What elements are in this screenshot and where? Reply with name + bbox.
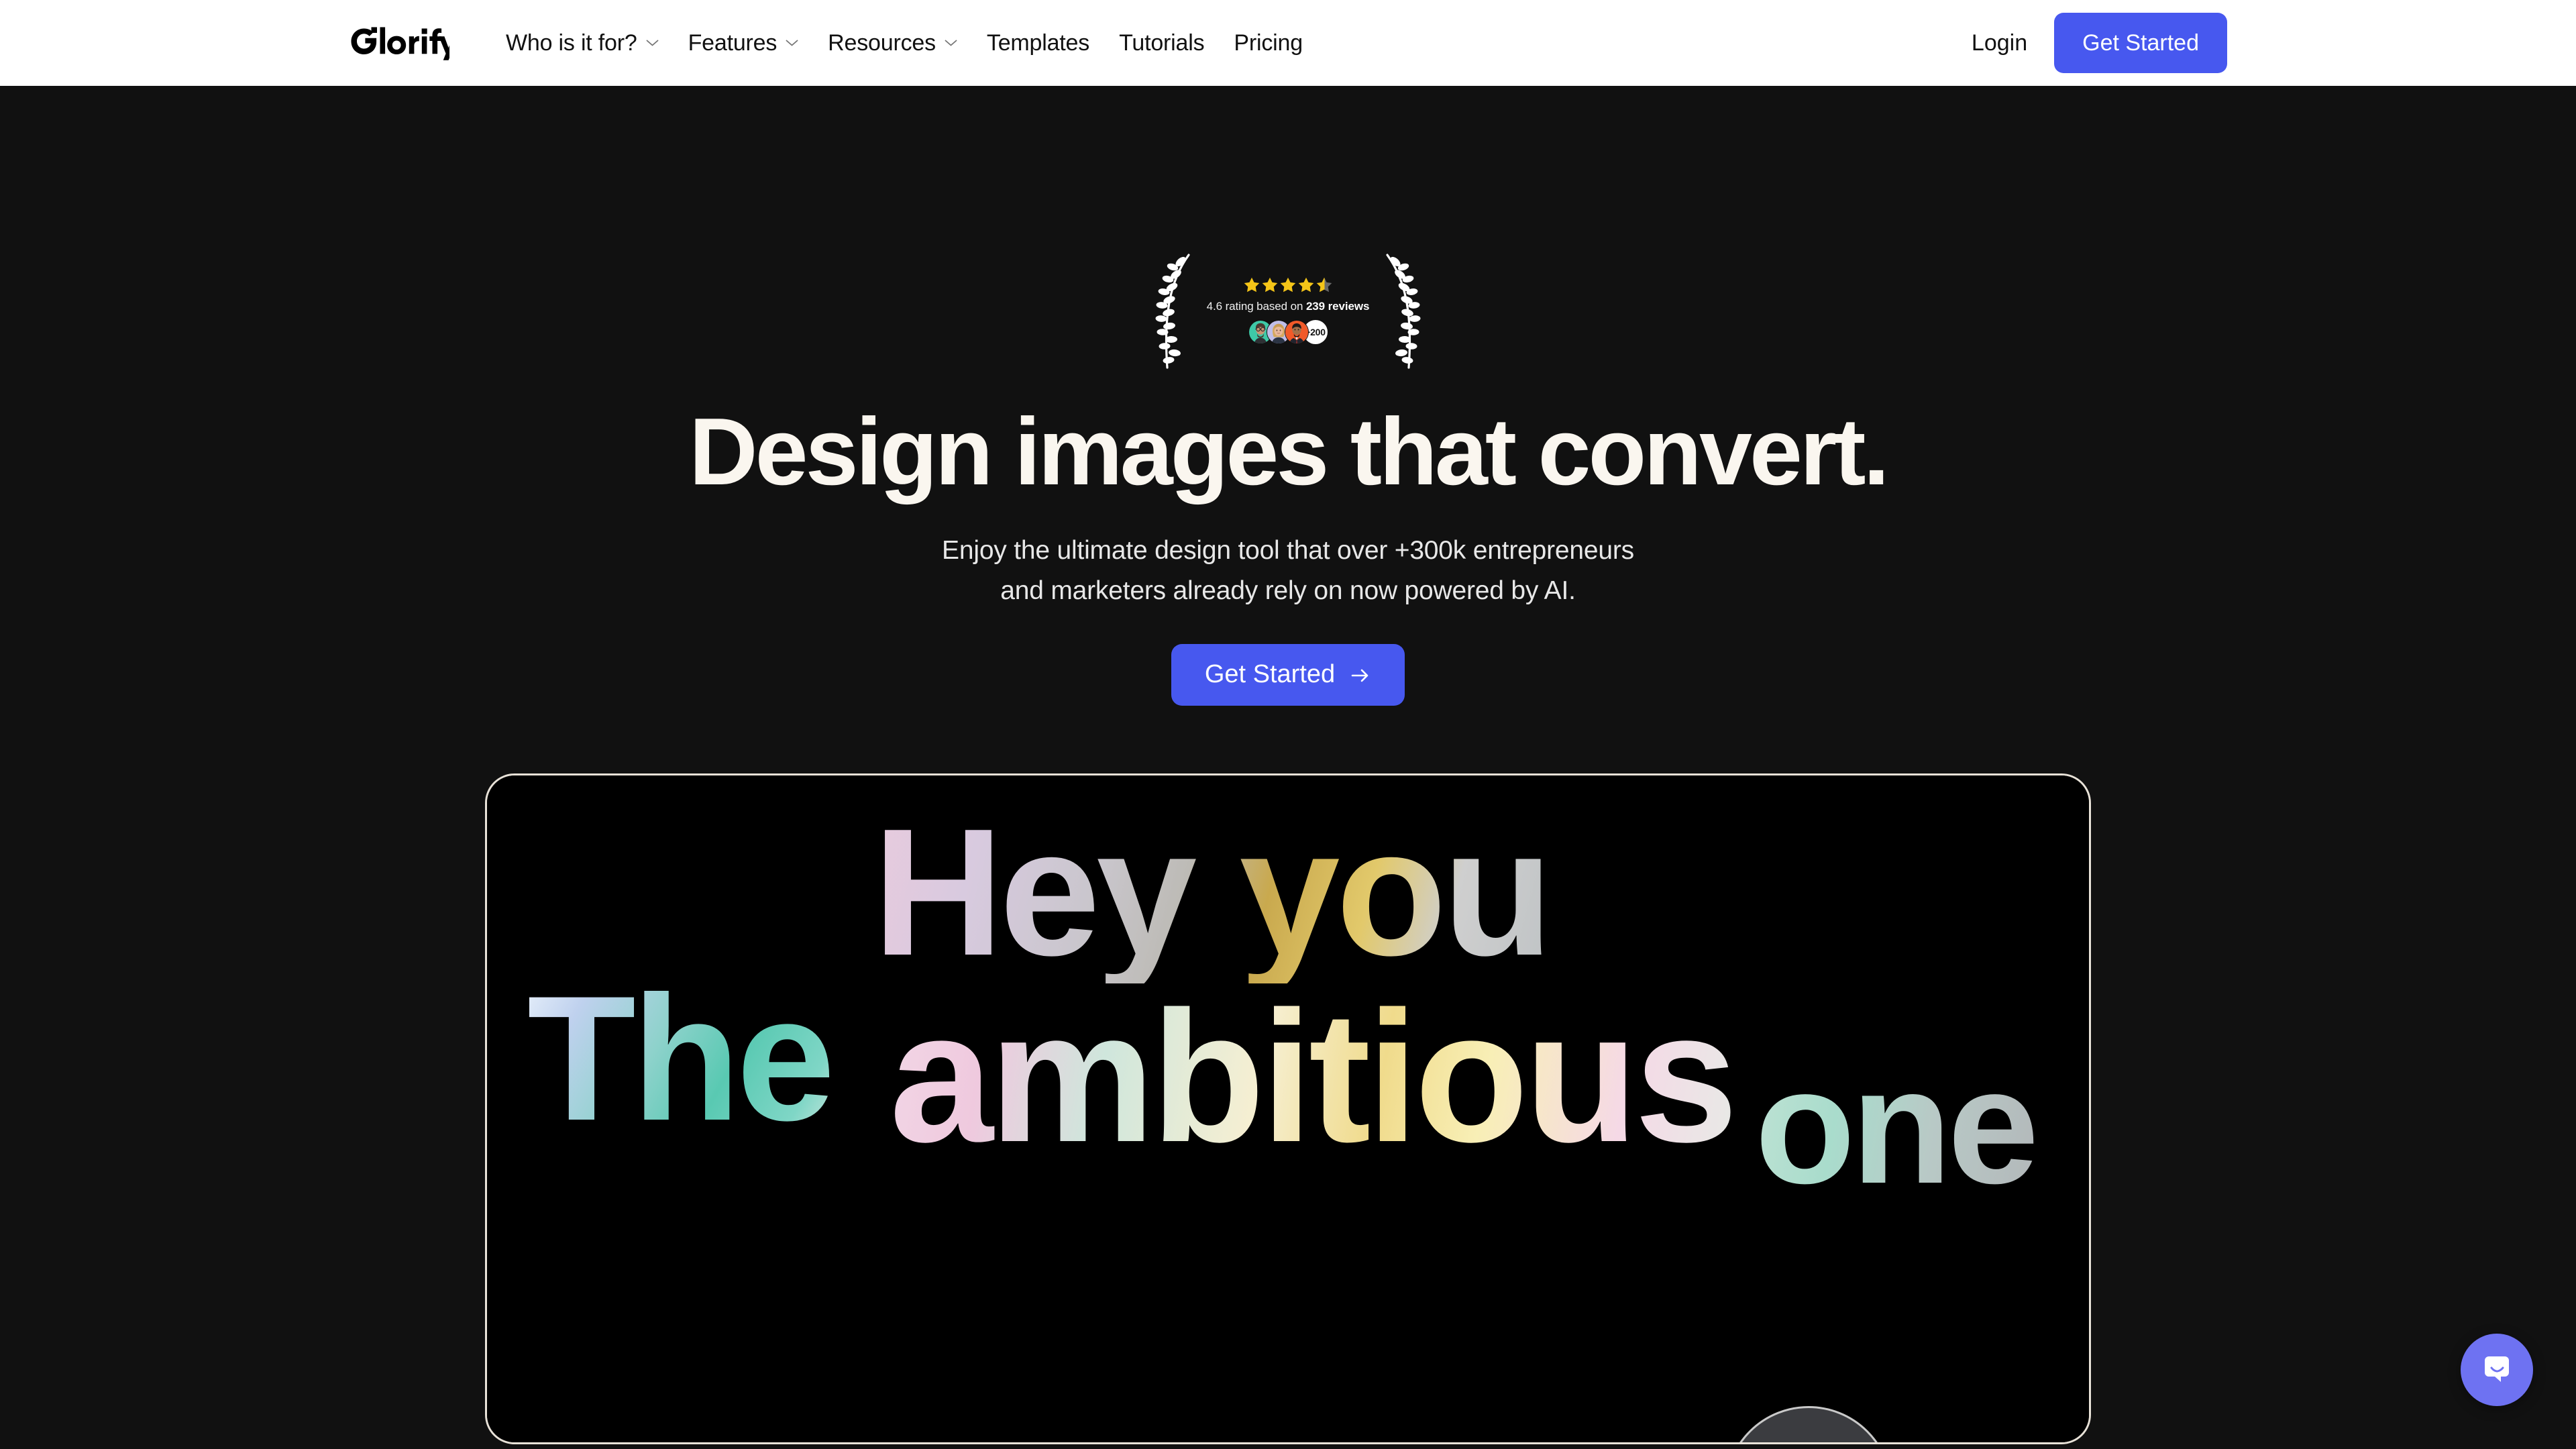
star-icon-half (1316, 277, 1332, 292)
rating-review-count: 239 reviews (1305, 299, 1370, 313)
rating-mid-text: rating based on (1222, 299, 1306, 313)
demo-canvas: Hey you The ambitious one (487, 775, 2089, 1442)
login-link[interactable]: Login (1945, 30, 2054, 56)
rating-badge: 4.6 rating based on 239 reviews +200 (1154, 247, 1422, 374)
reviewer-avatar-3 (1284, 319, 1309, 344)
nav-item-resources[interactable]: Resources (813, 0, 972, 86)
laurel-wreath-icon (1382, 251, 1422, 372)
star-icon-full (1262, 277, 1278, 292)
header-get-started-button[interactable]: Get Started (2054, 13, 2227, 73)
nav-label-resources: Resources (828, 30, 936, 56)
glorify-logo[interactable] (349, 0, 449, 86)
demo-word-the: The (527, 959, 835, 1158)
nav-item-templates[interactable]: Templates (972, 0, 1104, 86)
header-inner: Who is it for? Features Resources Templa… (0, 0, 2576, 86)
chevron-down-icon (786, 39, 798, 47)
nav-label-templates: Templates (986, 30, 1090, 56)
reviewer-avatar-group: +200 (1248, 319, 1328, 345)
nav-item-features[interactable]: Features (674, 0, 814, 86)
nav-label-pricing: Pricing (1234, 30, 1303, 56)
star-rating (1244, 277, 1332, 292)
chevron-down-icon (945, 39, 957, 47)
star-icon-full (1244, 277, 1260, 292)
chat-bubble-smile-icon (2478, 1351, 2516, 1389)
primary-nav: Who is it for? Features Resources Templa… (491, 0, 1318, 86)
demo-word-one: one (1755, 1033, 2039, 1218)
intercom-messenger-launcher[interactable] (2461, 1334, 2533, 1406)
hero-subheading-line-1: Enjoy the ultimate design tool that over… (942, 536, 1634, 566)
hero-get-started-label: Get Started (1204, 660, 1336, 689)
nav-label-features: Features (688, 30, 777, 56)
demo-word-ambitious: ambitious (890, 971, 1738, 1181)
nav-label-who-is-it-for: Who is it for? (506, 30, 637, 56)
arrow-right-icon (1350, 664, 1371, 686)
header-actions: Login Get Started (1945, 13, 2227, 73)
nav-item-tutorials[interactable]: Tutorials (1104, 0, 1219, 86)
hero-section: 4.6 rating based on 239 reviews +200 Des… (0, 86, 2576, 1449)
demo-word-hey-you: Hey you (873, 791, 1553, 994)
site-header: Who is it for? Features Resources Templa… (0, 0, 2576, 86)
nav-label-tutorials: Tutorials (1119, 30, 1205, 56)
demo-decorative-circle (1725, 1405, 1892, 1442)
hero-subheading-line-2: and marketers already rely on now powere… (1000, 576, 1576, 605)
star-icon-full (1298, 277, 1314, 292)
rating-text: 4.6 rating based on 239 reviews (1207, 300, 1370, 313)
product-demo-frame[interactable]: Hey you The ambitious one (485, 773, 2091, 1444)
nav-item-who-is-it-for[interactable]: Who is it for? (491, 0, 674, 86)
page-title: Design images that convert. (689, 398, 1890, 505)
nav-item-pricing[interactable]: Pricing (1219, 0, 1318, 86)
rating-core: 4.6 rating based on 239 reviews +200 (1197, 277, 1379, 345)
glorify-logo-icon (349, 25, 449, 60)
hero-subheading: Enjoy the ultimate design tool that over… (942, 531, 1634, 610)
star-icon-full (1280, 277, 1296, 292)
rating-value: 4.6 (1206, 299, 1222, 313)
hero-get-started-button[interactable]: Get Started (1171, 643, 1405, 706)
laurel-wreath-icon (1154, 251, 1194, 372)
chevron-down-icon (646, 39, 659, 47)
